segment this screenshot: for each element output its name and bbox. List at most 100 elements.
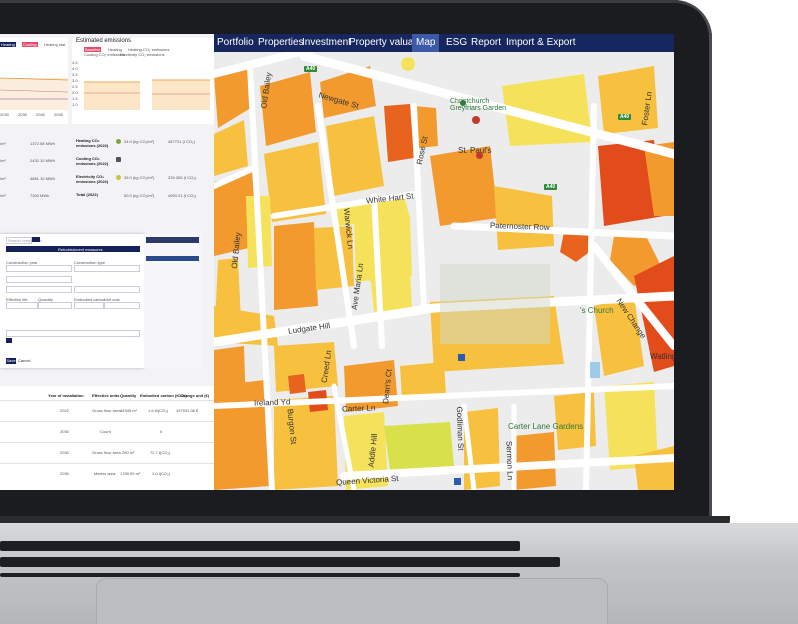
- kpi-value: 4881.10 MWh: [30, 176, 55, 181]
- cell: 2022: [60, 408, 69, 413]
- emission-label: Heating CO₂ emissions (2022): [76, 138, 109, 148]
- cancel-button[interactable]: Cancel: [18, 358, 32, 364]
- legend-electricity-co2: Electricity CO₂ emissions: [120, 52, 165, 57]
- street-label: Godliman St: [454, 406, 466, 451]
- x-tick: 2030: [0, 112, 9, 117]
- y-tick: 4.5: [72, 60, 78, 65]
- column-header: Quantity: [120, 393, 137, 398]
- emission-row: Cooling CO₂ emissions (2022): [72, 156, 214, 172]
- nav-import-export[interactable]: Import & Export: [506, 34, 575, 52]
- emission-value: 26.0 (kg CO₂/m²): [124, 175, 155, 180]
- energy-area-plot: [0, 77, 68, 110]
- kpi-column: /m² 1372.58 MWh /m² 2432.10 MWh /m² 4881…: [0, 138, 70, 218]
- cell: Gross floor area: [92, 450, 121, 455]
- keyboard-row: [0, 541, 520, 551]
- nav-map[interactable]: Map: [412, 34, 440, 52]
- construction-type-field[interactable]: [74, 265, 140, 272]
- kpi-unit: /m²: [0, 158, 6, 163]
- underground-station-icon[interactable]: [476, 152, 483, 159]
- laptop-screen: Heating Cooling Heating stat 2030 2035 2…: [0, 34, 674, 490]
- table-row[interactable]: 2030 Meters area 1789.99 m² 1.0 t(CO₂): [0, 471, 214, 481]
- nav-portfolio[interactable]: Portfolio: [217, 34, 254, 52]
- accessibility-icon: [454, 478, 461, 485]
- road-shield: A40: [618, 114, 632, 120]
- emission-total: 487721 (t CO₂): [168, 139, 195, 144]
- nav-esg[interactable]: ESG: [446, 34, 467, 52]
- poi-label: Carter Lane Gardens: [508, 422, 584, 431]
- row-divider: [0, 442, 214, 443]
- text-field[interactable]: [6, 276, 72, 283]
- y-tick: 3.0: [72, 78, 78, 83]
- kpi-unit: /m²: [0, 141, 6, 146]
- emission-label: Cooling CO₂ emissions (2022): [76, 156, 109, 166]
- save-button[interactable]: Save: [6, 358, 16, 364]
- y-tick: 1.5: [72, 96, 78, 101]
- kpi-value: 2432.10 MWh: [30, 158, 55, 163]
- map-canvas[interactable]: [214, 46, 674, 490]
- text-field[interactable]: [6, 286, 72, 293]
- panel-row-selected[interactable]: [146, 256, 199, 261]
- y-tick: 2.0: [72, 90, 78, 95]
- snowflake-icon: [116, 157, 121, 162]
- table-row[interactable]: 2030 Count 0: [0, 429, 214, 439]
- text-field[interactable]: [74, 286, 140, 293]
- emission-row: Electricity CO₂ emissions (2022) 26.0 (k…: [72, 174, 214, 190]
- nav-investment[interactable]: Investment: [302, 34, 351, 52]
- cell: 2030: [60, 471, 69, 476]
- map-view[interactable]: Newgate St Old Bailey White Hart St Warw…: [214, 46, 674, 490]
- legend-cooling: Cooling: [22, 42, 38, 47]
- x-tick: 2045: [54, 112, 63, 117]
- x-tick: 2035: [18, 112, 27, 117]
- cell: 0: [160, 429, 163, 434]
- keyboard-row: [0, 557, 560, 567]
- bolt-icon: [116, 175, 121, 180]
- y-tick: 4.0: [72, 66, 78, 71]
- toggle[interactable]: [6, 338, 12, 343]
- unit-cost-field[interactable]: [104, 302, 140, 309]
- road-shield: A40: [304, 66, 318, 72]
- cathedral-grounds: [440, 264, 550, 344]
- text-field[interactable]: [6, 330, 140, 337]
- street-label: Watling: [650, 352, 674, 361]
- search-input[interactable]: Search component: [6, 237, 42, 244]
- cell: 1.6 kt(CO₂): [148, 408, 168, 413]
- street-label: Ireland Yd: [253, 397, 291, 408]
- y-tick: 1.0: [72, 102, 78, 107]
- y-tick: 2.5: [72, 84, 78, 89]
- parking-icon: [458, 354, 465, 361]
- flame-icon: [116, 139, 121, 144]
- street-label: Carter Ln: [341, 403, 376, 414]
- kpi-unit: /m²: [0, 176, 6, 181]
- table-row[interactable]: 2030 Gross floor area 280 m² 72.7 t(CO₂): [0, 450, 214, 460]
- legend-heating-stat: Heating stat: [44, 42, 66, 47]
- energy-chart: Heating Cooling Heating stat 2030 2035 2…: [0, 38, 68, 124]
- cell: Gross floor area: [92, 408, 121, 413]
- quantity-field[interactable]: [38, 302, 72, 309]
- park-icon: [460, 100, 466, 106]
- nav-report[interactable]: Report: [471, 34, 501, 52]
- panel-toolbar: [146, 237, 199, 243]
- road-shield: A40: [544, 184, 558, 190]
- effective-life-field[interactable]: [6, 302, 38, 309]
- row-divider: [0, 421, 214, 422]
- laptop: Heating Cooling Heating stat 2030 2035 2…: [0, 0, 798, 624]
- kpi-value: 1372.58 MWh: [30, 141, 55, 146]
- row-divider: [0, 463, 214, 464]
- cell: 280 m²: [122, 450, 135, 455]
- emission-row-total: Total (2022) 50.0 (kg CO₂/m²) 4993 21 (t…: [72, 192, 214, 208]
- cell: Count: [100, 429, 111, 434]
- emission-label: Total (2022): [76, 192, 98, 197]
- table-row[interactable]: 2022 Gross floor area 44945 m² 1.6 kt(CO…: [0, 408, 214, 418]
- emission-total: 4993 21 (t CO₂): [168, 193, 197, 198]
- emission-total: 239 305 (t CO₂): [168, 175, 197, 180]
- trackpad: [96, 578, 608, 624]
- emissions-title: Estimated emissions: [76, 38, 132, 44]
- keyboard-row: [0, 573, 520, 577]
- nav-properties[interactable]: Properties: [258, 34, 304, 52]
- kpi-value: 7300 MWh: [30, 193, 50, 198]
- search-button[interactable]: [32, 237, 40, 242]
- column-header: Year of installation: [48, 393, 84, 398]
- construction-year-field[interactable]: [6, 265, 72, 272]
- dashboard-pane: Heating Cooling Heating stat 2030 2035 2…: [0, 34, 214, 490]
- embodied-carbon-field[interactable]: [74, 302, 104, 309]
